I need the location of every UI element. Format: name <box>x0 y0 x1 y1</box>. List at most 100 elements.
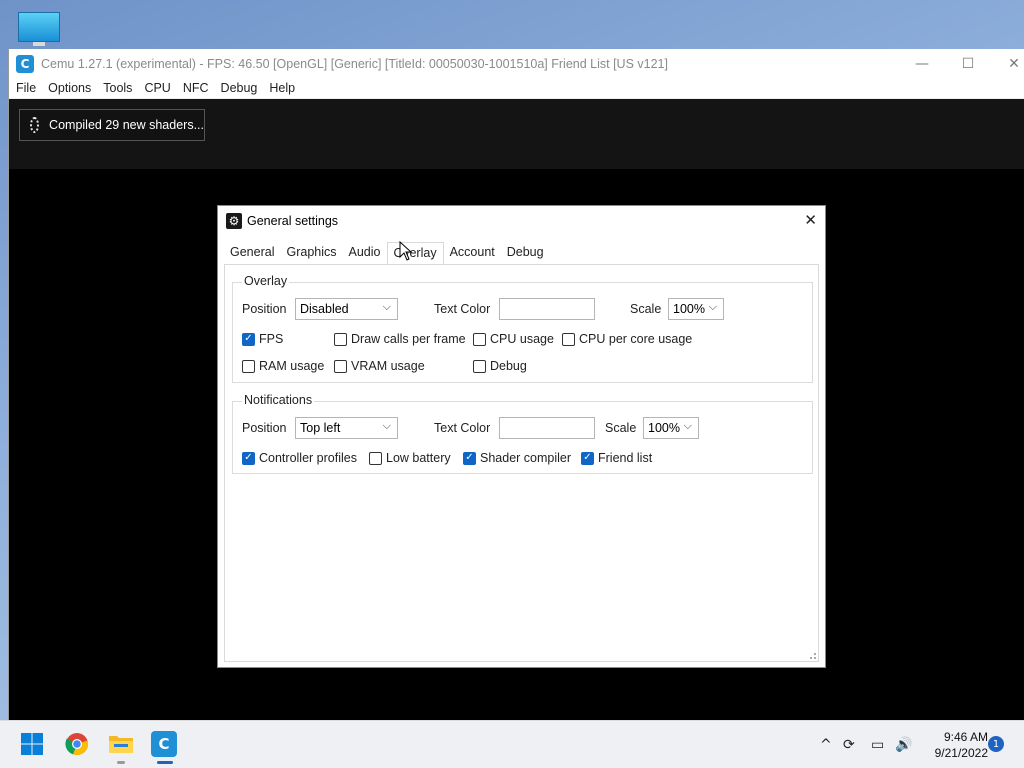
checkbox-unchecked-icon <box>473 332 486 346</box>
clock-time: 9:46 AM <box>943 730 988 744</box>
dialog-titlebar[interactable]: ⚙ General settings ✕ <box>218 206 825 235</box>
checkbox-unchecked-icon <box>334 332 347 346</box>
cemu-app-icon: C <box>16 54 34 73</box>
checkbox-label: Low battery <box>386 451 451 465</box>
loading-spinner-icon <box>30 117 40 133</box>
cemu-taskbar-icon[interactable]: C <box>151 731 177 757</box>
shader-compiler-checkbox[interactable]: ✓ Shader compiler <box>463 451 571 465</box>
taskbar: C ^ ⟳ ▭ 🔊 9:46 AM 9/21/2022 <box>0 720 1024 768</box>
checkbox-label: VRAM usage <box>351 359 425 373</box>
cpu-per-core-checkbox[interactable]: CPU per core usage <box>562 332 692 346</box>
overlay-position-value: Disabled <box>300 302 349 316</box>
checkbox-label: Shader compiler <box>480 451 572 465</box>
overlay-scale-value: 100% <box>673 302 705 316</box>
overlay-group-title: Overlay <box>242 274 290 288</box>
notification-badge[interactable]: 1 <box>988 736 1004 752</box>
overlay-position-select[interactable]: Disabled ⌵ <box>295 298 398 320</box>
notifications-position-value: Top left <box>300 421 341 435</box>
windows-start-icon[interactable] <box>19 731 45 757</box>
checkbox-checked-icon: ✓ <box>581 451 594 465</box>
menu-bar: File Options Tools CPU NFC Debug Help <box>9 78 1024 99</box>
tab-account[interactable]: Account <box>444 242 501 264</box>
chevron-down-icon: ⌵ <box>708 301 717 313</box>
tab-general[interactable]: General <box>224 242 280 264</box>
draw-calls-checkbox[interactable]: Draw calls per frame <box>334 332 466 346</box>
vram-usage-checkbox[interactable]: VRAM usage <box>334 359 425 373</box>
checkbox-label: FPS <box>259 332 284 346</box>
close-button[interactable]: ✕ <box>991 49 1024 78</box>
fps-checkbox[interactable]: ✓ FPS <box>242 332 283 346</box>
dialog-close-button[interactable]: ✕ <box>804 211 817 229</box>
checkbox-label: Debug <box>490 359 527 373</box>
overlay-scale-select[interactable]: 100% ⌵ <box>668 298 724 320</box>
checkbox-label: RAM usage <box>259 359 325 373</box>
notifications-group: Notifications Position Top left ⌵ Text C… <box>232 393 813 474</box>
file-explorer-icon[interactable] <box>108 731 134 757</box>
menu-tools[interactable]: Tools <box>97 81 138 95</box>
checkbox-label: Controller profiles <box>259 451 357 465</box>
show-hidden-icons-chevron-icon[interactable]: ^ <box>820 721 832 768</box>
minimize-button[interactable]: — <box>899 49 945 78</box>
notifications-text-color-input[interactable] <box>499 417 595 439</box>
desktop-pc-icon[interactable] <box>18 12 60 46</box>
checkbox-label: Friend list <box>598 451 653 465</box>
notifications-text-color-label: Text Color <box>434 421 491 435</box>
low-battery-checkbox[interactable]: Low battery <box>369 451 451 465</box>
gear-icon: ⚙ <box>226 212 242 229</box>
chevron-down-icon: ⌵ <box>382 301 391 313</box>
checkbox-unchecked-icon <box>369 451 382 465</box>
resize-grip-icon[interactable] <box>810 653 816 659</box>
chevron-down-icon: ⌵ <box>382 420 391 432</box>
notifications-scale-label: Scale <box>605 421 637 435</box>
menu-options[interactable]: Options <box>42 81 97 95</box>
checkbox-unchecked-icon <box>473 359 486 373</box>
tab-graphics[interactable]: Graphics <box>280 242 342 264</box>
checkbox-label: CPU per core usage <box>579 332 693 346</box>
menu-debug[interactable]: Debug <box>215 81 264 95</box>
general-settings-dialog: ⚙ General settings ✕ General Graphics Au… <box>217 205 826 668</box>
friend-list-checkbox[interactable]: ✓ Friend list <box>581 451 652 465</box>
chevron-down-icon: ⌵ <box>683 420 692 432</box>
notifications-scale-select[interactable]: 100% ⌵ <box>643 417 699 439</box>
overlay-group: Overlay Position Disabled ⌵ Text Color S… <box>232 274 813 383</box>
window-titlebar[interactable]: C Cemu 1.27.1 (experimental) - FPS: 46.5… <box>9 49 1024 78</box>
menu-cpu[interactable]: CPU <box>138 81 176 95</box>
menu-help[interactable]: Help <box>263 81 301 95</box>
checkbox-label: Draw calls per frame <box>351 332 466 346</box>
overlay-position-label: Position <box>242 302 287 316</box>
debug-checkbox[interactable]: Debug <box>473 359 527 373</box>
checkbox-checked-icon: ✓ <box>463 451 476 465</box>
menu-file[interactable]: File <box>9 81 42 95</box>
checkbox-label: CPU usage <box>490 332 554 346</box>
checkbox-unchecked-icon <box>242 359 255 373</box>
tab-overlay[interactable]: Overlay <box>386 242 444 264</box>
notifications-position-label: Position <box>242 421 287 435</box>
checkbox-unchecked-icon <box>334 359 347 373</box>
notifications-position-select[interactable]: Top left ⌵ <box>295 417 398 439</box>
notifications-group-title: Notifications <box>242 393 315 407</box>
settings-tabs: General Graphics Audio Overlay Account D… <box>224 242 550 264</box>
clock-date: 9/21/2022 <box>934 746 988 760</box>
window-title: Cemu 1.27.1 (experimental) - FPS: 46.50 … <box>41 56 668 71</box>
overlay-text-color-label: Text Color <box>434 302 491 316</box>
menu-nfc[interactable]: NFC <box>177 81 215 95</box>
cpu-usage-checkbox[interactable]: CPU usage <box>473 332 554 346</box>
notifications-scale-value: 100% <box>648 421 680 435</box>
maximize-button[interactable]: ☐ <box>945 49 991 78</box>
overlay-text-color-input[interactable] <box>499 298 595 320</box>
controller-profiles-checkbox[interactable]: ✓ Controller profiles <box>242 451 357 465</box>
dialog-title: General settings <box>247 213 339 228</box>
sync-icon[interactable]: ⟳ <box>843 721 855 768</box>
checkbox-checked-icon: ✓ <box>242 332 255 346</box>
tab-debug[interactable]: Debug <box>501 242 550 264</box>
volume-icon[interactable]: 🔊 <box>895 721 912 768</box>
ram-usage-checkbox[interactable]: RAM usage <box>242 359 324 373</box>
checkbox-checked-icon: ✓ <box>242 451 255 465</box>
network-icon[interactable]: ▭ <box>871 721 884 768</box>
tab-audio[interactable]: Audio <box>343 242 387 264</box>
chrome-icon[interactable] <box>64 731 90 757</box>
overlay-tab-panel: Overlay Position Disabled ⌵ Text Color S… <box>224 264 819 662</box>
shader-compile-notification: Compiled 29 new shaders... <box>19 109 205 141</box>
checkbox-unchecked-icon <box>562 332 575 346</box>
system-clock[interactable]: 9:46 AM 9/21/2022 <box>918 729 988 761</box>
